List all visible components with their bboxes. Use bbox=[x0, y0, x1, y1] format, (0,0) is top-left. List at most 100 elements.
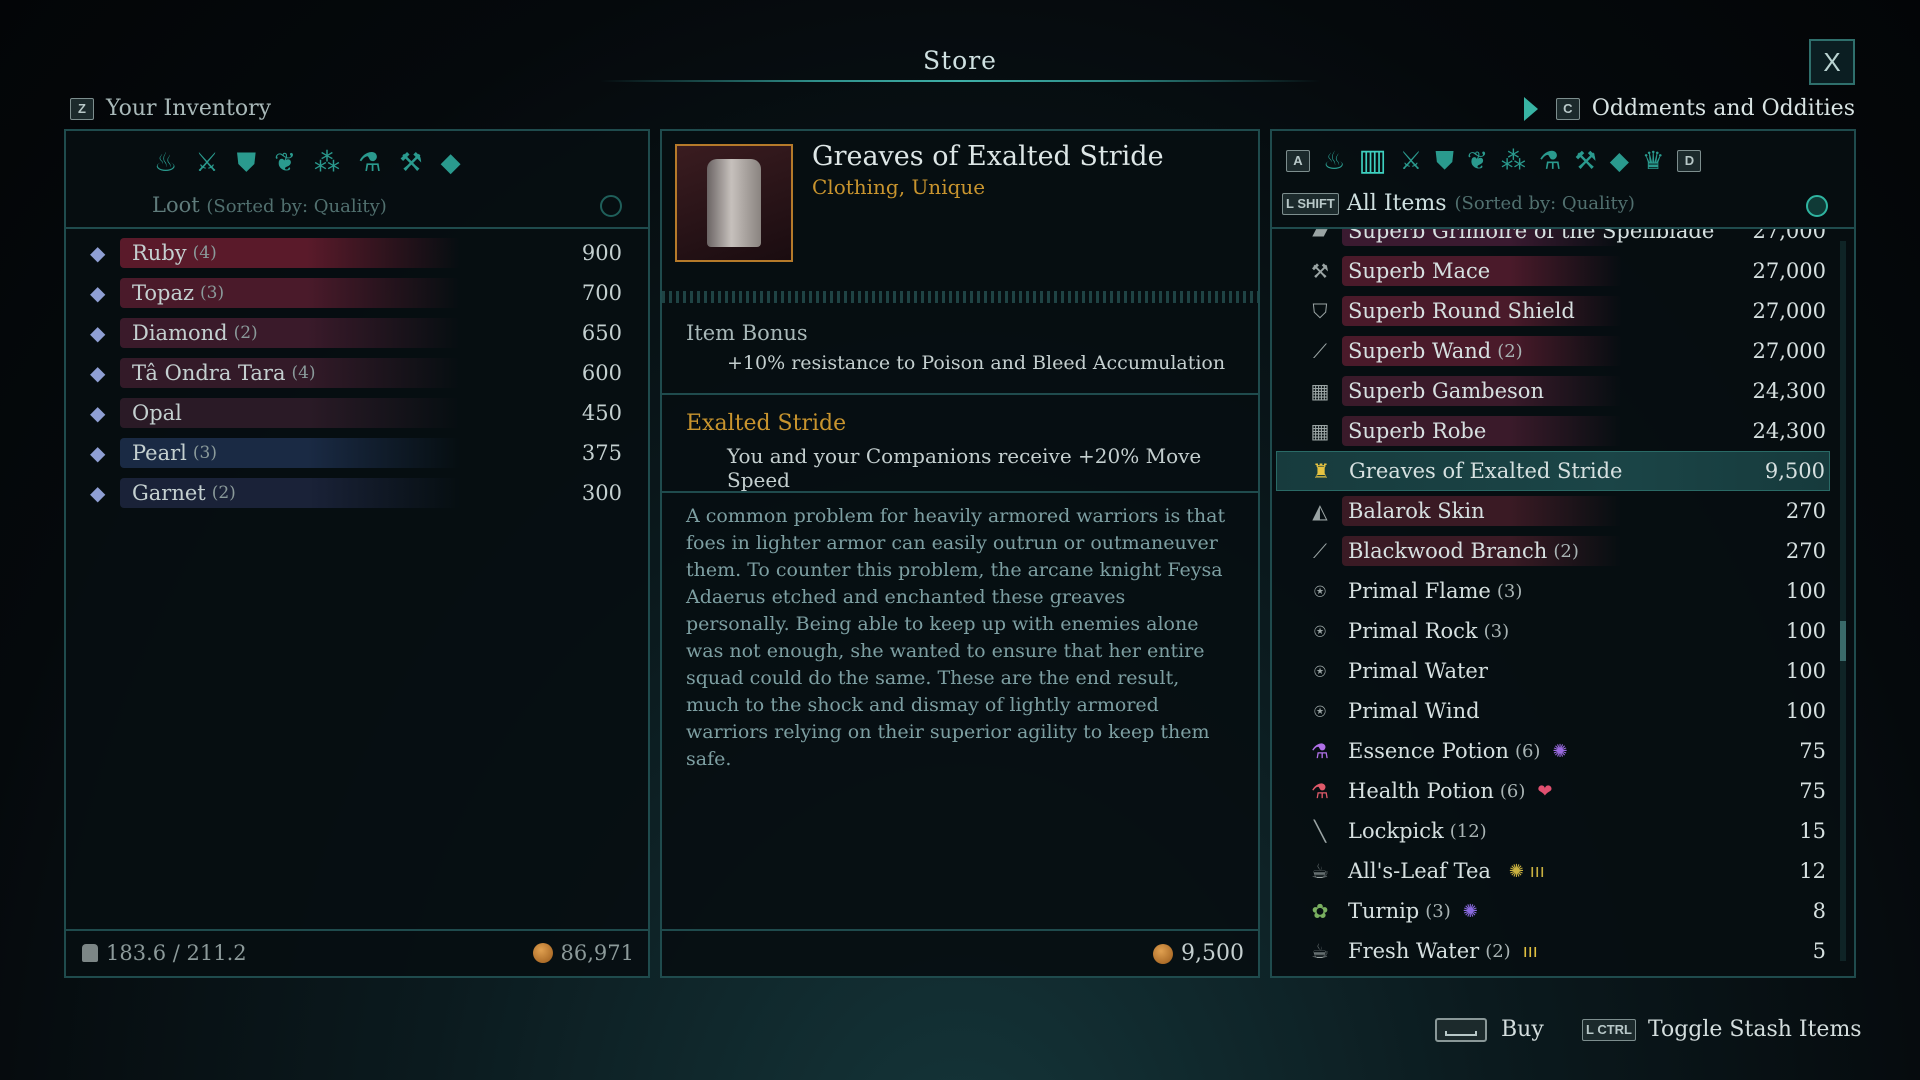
ingredients-icon[interactable]: ⁂ bbox=[314, 148, 340, 178]
vendor-row[interactable]: ╲ Lockpick (12) 15 bbox=[1276, 811, 1830, 851]
rune-icon: ⍟ bbox=[1314, 579, 1326, 603]
z-key-hint: Z bbox=[70, 97, 94, 120]
shift-key-hint: L SHIFT bbox=[1282, 192, 1339, 215]
item-name: Primal Rock bbox=[1348, 619, 1478, 643]
item-count: (3) bbox=[1496, 580, 1523, 602]
c-key-hint: C bbox=[1555, 97, 1580, 120]
vendor-row[interactable]: ✿ Turnip (3) ✺ 8 bbox=[1276, 891, 1830, 931]
crown-icon[interactable]: ♛ bbox=[1642, 146, 1664, 176]
sort-toggle-icon[interactable] bbox=[1806, 195, 1828, 217]
vendor-row[interactable]: ⚒ Superb Mace 27,000 bbox=[1276, 251, 1830, 291]
item-value: 270 bbox=[1785, 499, 1826, 523]
inventory-row[interactable]: ◆ Garnet (2) 300 bbox=[90, 474, 624, 512]
buy-label: Buy bbox=[1501, 1017, 1544, 1042]
play-arrow-icon bbox=[1523, 96, 1538, 121]
vendor-row[interactable]: ⚗ Health Potion (6) ❤ 75 bbox=[1276, 771, 1830, 811]
greaves-icon bbox=[707, 159, 761, 247]
vendor-row[interactable]: ⚗ Essence Potion (6) ✺ 75 bbox=[1276, 731, 1830, 771]
weight-icon bbox=[82, 944, 98, 962]
gem-icon: ◆ bbox=[90, 441, 106, 465]
gem-icon: ◆ bbox=[90, 281, 106, 305]
vendor-row[interactable]: ⍟ Primal Water 100 bbox=[1276, 651, 1830, 691]
item-name: Superb Wand bbox=[1348, 339, 1492, 363]
vendor-row[interactable]: ▦ Superb Gambeson 24,300 bbox=[1276, 371, 1830, 411]
vendor-row-selected[interactable]: ♜ Greaves of Exalted Stride 9,500 bbox=[1276, 451, 1830, 491]
inventory-sort-label[interactable]: Loot (Sorted by: Quality) bbox=[152, 193, 387, 217]
title-divider bbox=[600, 80, 1320, 82]
scrollbar-thumb[interactable] bbox=[1840, 621, 1846, 661]
armor-icon[interactable]: ⛊ bbox=[237, 148, 257, 178]
potions-icon[interactable]: ⚗ bbox=[358, 148, 381, 178]
inventory-row[interactable]: ◆ Tâ Ondra Tara (4) 600 bbox=[90, 354, 624, 392]
gem-icon: ◆ bbox=[90, 481, 106, 505]
toggle-stash-action[interactable]: L CTRL Toggle Stash Items bbox=[1582, 1017, 1862, 1042]
sort-toggle-icon[interactable] bbox=[600, 195, 622, 217]
grimoire-icon: ▰ bbox=[1312, 229, 1328, 243]
rune-icon: ⍟ bbox=[1314, 699, 1326, 723]
inventory-row[interactable]: ◆ Topaz (3) 700 bbox=[90, 274, 624, 312]
item-value: 15 bbox=[1799, 819, 1826, 843]
item-value: 100 bbox=[1785, 699, 1826, 723]
inventory-header[interactable]: Z Your Inventory bbox=[70, 96, 271, 121]
armor-icon[interactable]: ⛊ bbox=[1435, 146, 1454, 176]
tools-icon[interactable]: ⚒ bbox=[399, 148, 422, 178]
gems-icon[interactable]: ◆ bbox=[1610, 146, 1629, 176]
vendor-sort-label[interactable]: L SHIFT All Items (Sorted by: Quality) bbox=[1282, 191, 1635, 216]
bag-icon[interactable]: ♨ bbox=[1323, 146, 1345, 176]
item-value: 27,000 bbox=[1752, 259, 1826, 283]
item-count: (12) bbox=[1449, 820, 1487, 842]
divider bbox=[662, 491, 1258, 493]
vendor-row[interactable]: ⛉ Superb Round Shield 27,000 bbox=[1276, 291, 1830, 331]
vendor-row[interactable]: ⍟ Primal Wind 100 bbox=[1276, 691, 1830, 731]
item-value: 600 bbox=[581, 361, 622, 385]
vendor-row[interactable]: ▰ Superb Grimoire of the Spellblade 27,000 bbox=[1276, 229, 1830, 251]
herbs-icon[interactable]: ❦ bbox=[1467, 146, 1488, 176]
vendor-list[interactable]: ▰ Superb Grimoire of the Spellblade 27,000… bbox=[1272, 229, 1854, 975]
skin-icon: ◭ bbox=[1312, 499, 1328, 523]
tools-icon[interactable]: ⚒ bbox=[1574, 146, 1596, 176]
vendor-row[interactable]: ⟋ Blackwood Branch (2) 270 bbox=[1276, 531, 1830, 571]
vendor-row[interactable]: ⍟ Primal Rock (3) 100 bbox=[1276, 611, 1830, 651]
item-name: Fresh Water bbox=[1348, 939, 1480, 963]
vendor-row[interactable]: ☕ All's-Leaf Tea ✺ ııı 12 bbox=[1276, 851, 1830, 891]
item-name: Turnip bbox=[1348, 899, 1420, 923]
potions-icon[interactable]: ⚗ bbox=[1539, 146, 1561, 176]
inventory-row[interactable]: ◆ Opal 450 bbox=[90, 394, 624, 432]
player-gold: 86,971 bbox=[532, 941, 634, 965]
vendor-row[interactable]: ⟋ Superb Wand (2) 27,000 bbox=[1276, 331, 1830, 371]
effect-icons: ✺ ııı bbox=[1508, 860, 1545, 882]
close-button[interactable]: X bbox=[1809, 39, 1855, 85]
vendor-row[interactable]: ◭ Balarok Skin 270 bbox=[1276, 491, 1830, 531]
vendor-row[interactable]: ☕ Fresh Water (2) ııı 5 bbox=[1276, 931, 1830, 971]
inventory-row[interactable]: ◆ Ruby (4) 900 bbox=[90, 234, 624, 272]
item-value: 5 bbox=[1812, 939, 1826, 963]
inventory-row[interactable]: ◆ Diamond (2) 650 bbox=[90, 314, 624, 352]
effect-icons: ✺ bbox=[1462, 900, 1478, 922]
vendor-row[interactable]: ▦ Superb Robe 24,300 bbox=[1276, 411, 1830, 451]
scrollbar[interactable] bbox=[1840, 241, 1846, 961]
item-value: 27,000 bbox=[1752, 339, 1826, 363]
effect-icons: ❤ bbox=[1537, 780, 1553, 802]
unique-effect-text: You and your Companions receive +20% Mov… bbox=[727, 444, 1202, 492]
divider bbox=[66, 929, 648, 931]
bag-icon[interactable]: ♨ bbox=[154, 148, 177, 178]
gems-icon[interactable]: ◆ bbox=[441, 148, 461, 178]
herbs-icon[interactable]: ❦ bbox=[274, 148, 296, 178]
weapons-icon[interactable]: ⚔ bbox=[195, 148, 218, 178]
shield-icon: ⛉ bbox=[1312, 299, 1328, 323]
item-value: 24,300 bbox=[1752, 379, 1826, 403]
divider bbox=[662, 393, 1258, 395]
item-name: Primal Wind bbox=[1348, 699, 1480, 723]
item-value: 450 bbox=[581, 401, 622, 425]
buy-action[interactable]: Buy bbox=[1435, 1017, 1544, 1042]
price-value: 9,500 bbox=[1181, 941, 1244, 966]
item-count: (2) bbox=[211, 483, 236, 503]
vendor-row[interactable]: ⍟ Primal Flame (3) 100 bbox=[1276, 571, 1830, 611]
weapons-icon[interactable]: ⚔ bbox=[1400, 146, 1422, 176]
inventory-row[interactable]: ◆ Pearl (3) 375 bbox=[90, 434, 624, 472]
ingredients-icon[interactable]: ⁂ bbox=[1501, 146, 1526, 176]
sort-mode: (Sorted by: Quality) bbox=[1454, 193, 1635, 214]
vendor-header[interactable]: C Oddments and Oddities bbox=[1523, 96, 1855, 121]
all-items-icon[interactable]: ▥ bbox=[1358, 146, 1386, 176]
lockpick-icon: ╲ bbox=[1313, 819, 1327, 843]
